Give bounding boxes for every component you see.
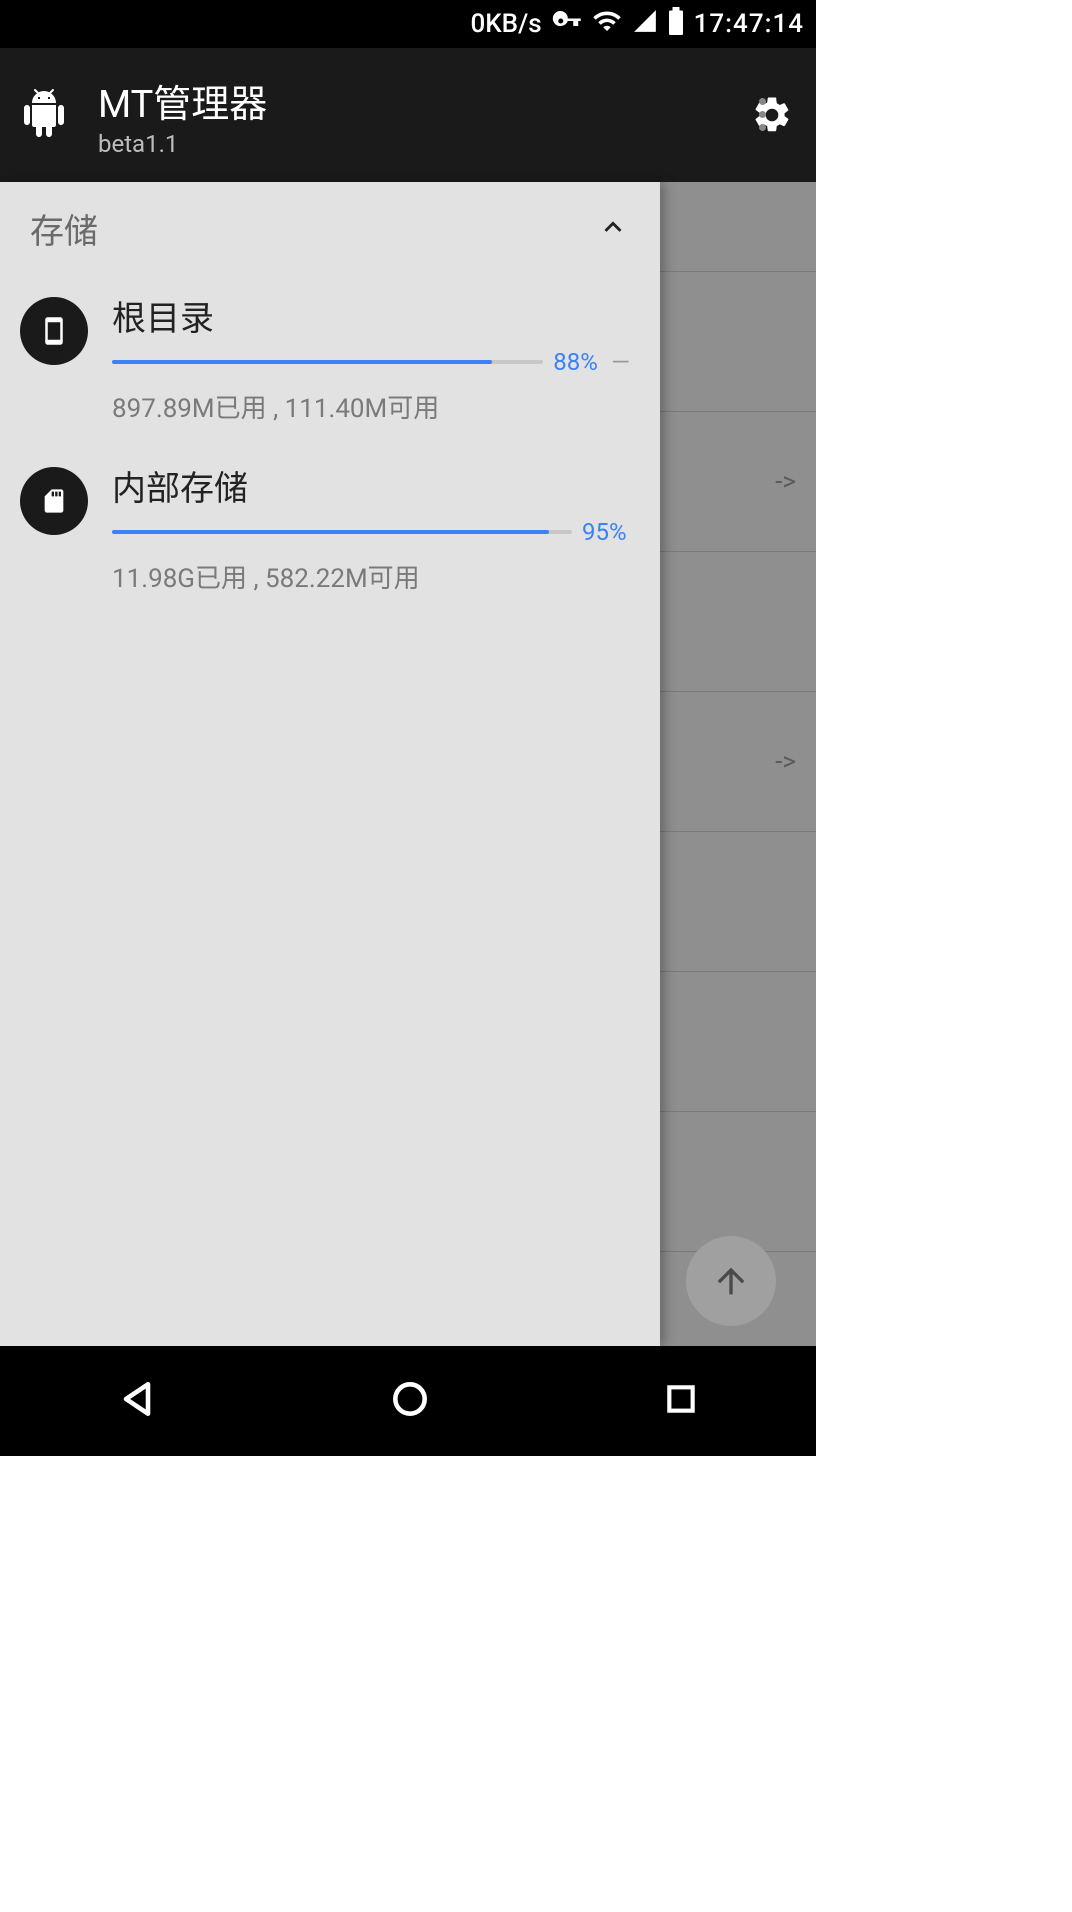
navigation-drawer: 存储 根目录 88% — 897.89M已用 , 111.40M可用 xyxy=(0,182,660,1346)
storage-item-internal[interactable]: 内部存储 95% 11.98G已用 , 582.22M可用 xyxy=(0,443,660,613)
wifi-icon xyxy=(592,6,622,43)
phone-icon xyxy=(20,297,88,365)
chevron-up-icon xyxy=(596,210,630,248)
storage-percent: 95% xyxy=(582,518,630,546)
android-icon xyxy=(20,87,68,143)
vpn-key-icon xyxy=(552,6,582,43)
symlink-indicator: -> xyxy=(775,747,796,777)
storage-item-root[interactable]: 根目录 88% — 897.89M已用 , 111.40M可用 xyxy=(0,273,660,443)
storage-detail: 11.98G已用 , 582.22M可用 xyxy=(112,558,630,595)
scroll-top-button[interactable] xyxy=(686,1236,776,1326)
storage-percent: 88% xyxy=(553,348,601,376)
network-speed: 0KB/s xyxy=(470,9,541,39)
battery-icon xyxy=(668,7,684,42)
signal-icon xyxy=(632,8,658,41)
storage-progress xyxy=(112,530,572,534)
storage-title: 内部存储 xyxy=(112,461,630,510)
system-nav-bar xyxy=(0,1346,816,1456)
clock: 17:47:14 xyxy=(694,9,804,39)
app-subtitle: beta1.1 xyxy=(98,130,748,158)
overflow-menu-button[interactable] xyxy=(738,90,786,138)
nav-home-button[interactable] xyxy=(388,1377,432,1425)
storage-detail: 897.89M已用 , 111.40M可用 xyxy=(112,388,630,425)
nav-recents-button[interactable] xyxy=(661,1379,701,1423)
sd-card-icon xyxy=(20,467,88,535)
nav-back-button[interactable] xyxy=(115,1377,159,1425)
storage-title: 根目录 xyxy=(112,291,630,340)
storage-progress xyxy=(112,360,543,364)
symlink-indicator: -> xyxy=(775,467,796,497)
status-bar: 0KB/s 17:47:14 xyxy=(0,0,816,48)
app-bar: MT管理器 beta1.1 xyxy=(0,48,816,182)
storage-section-label: 存储 xyxy=(30,204,98,253)
app-title: MT管理器 xyxy=(98,73,748,128)
storage-section-header[interactable]: 存储 xyxy=(0,182,660,273)
